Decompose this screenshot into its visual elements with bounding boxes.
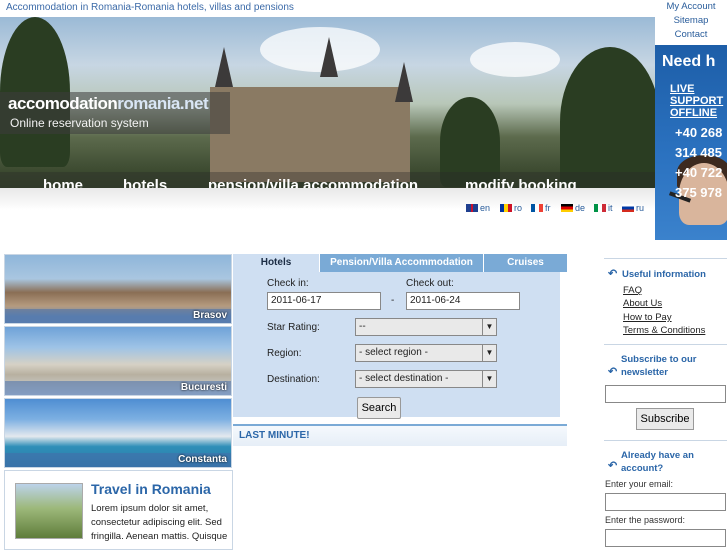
tab-pension-villa[interactable]: Pension/Villa Accommodation bbox=[320, 254, 483, 272]
phone-line: 314 485 bbox=[675, 145, 722, 160]
russia-flag-icon bbox=[622, 204, 634, 212]
destination-label: Destination: bbox=[267, 374, 320, 385]
uk-flag-icon bbox=[466, 204, 478, 212]
logo-subtitle: Online reservation system bbox=[10, 116, 149, 130]
lang-it[interactable]: it bbox=[594, 203, 613, 213]
checkout-input[interactable]: 2011-06-24 bbox=[406, 292, 520, 310]
italy-flag-icon bbox=[594, 204, 606, 212]
travel-thumbnail[interactable] bbox=[15, 483, 83, 539]
arrow-icon: ↶ bbox=[608, 268, 618, 280]
castle-tower bbox=[395, 62, 413, 102]
checkin-label: Check in: bbox=[267, 278, 309, 289]
lang-en[interactable]: en bbox=[466, 203, 490, 213]
date-separator: - bbox=[391, 295, 395, 306]
top-bar: Accommodation in Romania-Romania hotels,… bbox=[0, 0, 655, 17]
castle bbox=[210, 87, 410, 182]
login-box: ↶ Already have an account? Enter your em… bbox=[604, 440, 727, 547]
tab-hotels[interactable]: Hotels bbox=[233, 254, 319, 272]
site-logo[interactable]: accomodationromania.net Online reservati… bbox=[0, 92, 230, 134]
arrow-icon: ↶ bbox=[608, 366, 618, 378]
header-banner: accomodationromania.net Online reservati… bbox=[0, 17, 655, 210]
city-tile-bucuresti[interactable]: Bucuresti bbox=[4, 326, 232, 396]
dropdown-arrow-icon: ▼ bbox=[482, 371, 496, 387]
live-support-status[interactable]: LIVE SUPPORT OFFLINE bbox=[670, 83, 727, 119]
star-rating-select[interactable]: -- ▼ bbox=[355, 318, 497, 336]
tab-cruises[interactable]: Cruises bbox=[484, 254, 567, 272]
logo-name: accomodationromania.net bbox=[8, 94, 209, 113]
banner-bottom bbox=[0, 188, 655, 210]
search-form: Check in: Check out: 2011-06-17 - 2011-0… bbox=[233, 272, 560, 419]
region-label: Region: bbox=[267, 348, 302, 359]
live-support-box[interactable]: Need h LIVE SUPPORT OFFLINE +40 268 314 … bbox=[655, 45, 727, 240]
dropdown-arrow-icon: ▼ bbox=[482, 319, 496, 335]
cloud bbox=[470, 42, 560, 77]
newsletter-box: ↶ Subscribe to our newsletter Subscribe bbox=[604, 344, 727, 438]
login-title: Already have an account? bbox=[621, 450, 694, 474]
useful-info-box: ↶ Useful information FAQ About Us How to… bbox=[604, 258, 727, 348]
checkin-input[interactable]: 2011-06-17 bbox=[267, 292, 381, 310]
destination-select[interactable]: - select destination - ▼ bbox=[355, 370, 497, 388]
right-sidebar: ↶ Useful information FAQ About Us How to… bbox=[604, 254, 727, 547]
city-tile-brasov[interactable]: Brasov bbox=[4, 254, 232, 324]
email-label: Enter your email: bbox=[605, 479, 674, 489]
phone-line: +40 722 bbox=[675, 165, 723, 180]
search-tabs: Hotels Pension/Villa Accommodation Cruis… bbox=[233, 254, 567, 272]
site-tagline: Accommodation in Romania-Romania hotels,… bbox=[6, 2, 294, 13]
lang-fr[interactable]: fr bbox=[531, 203, 551, 213]
arrow-icon: ↶ bbox=[608, 460, 618, 472]
lang-ru[interactable]: ru bbox=[622, 203, 644, 213]
last-minute-heading: LAST MINUTE! bbox=[233, 424, 567, 446]
how-to-pay-link[interactable]: How to Pay bbox=[623, 312, 672, 323]
search-button[interactable]: Search bbox=[357, 397, 401, 419]
city-tile-constanta[interactable]: Constanta bbox=[4, 398, 232, 468]
castle-tower bbox=[320, 37, 338, 77]
city-label: Brasov bbox=[193, 310, 227, 321]
lang-de[interactable]: de bbox=[561, 203, 585, 213]
phone-line: +40 268 bbox=[675, 125, 723, 140]
password-label: Enter the password: bbox=[605, 515, 686, 525]
dropdown-arrow-icon: ▼ bbox=[482, 345, 496, 361]
need-help-heading: Need h bbox=[662, 53, 716, 70]
castle-tower bbox=[215, 47, 233, 87]
newsletter-email-input[interactable] bbox=[605, 385, 726, 403]
newsletter-title: Subscribe to our newsletter bbox=[621, 354, 697, 378]
contact-link[interactable]: Contact bbox=[655, 28, 727, 42]
region-select[interactable]: - select region - ▼ bbox=[355, 344, 497, 362]
useful-info-title: Useful information bbox=[622, 269, 706, 280]
star-rating-label: Star Rating: bbox=[267, 322, 320, 333]
phone-line: 375 978 bbox=[675, 185, 722, 200]
sitemap-link[interactable]: Sitemap bbox=[655, 14, 727, 28]
checkout-label: Check out: bbox=[406, 278, 454, 289]
faq-link[interactable]: FAQ bbox=[623, 285, 642, 296]
city-label: Bucuresti bbox=[180, 382, 227, 393]
travel-title[interactable]: Travel in Romania bbox=[91, 481, 211, 497]
top-links: My Account Sitemap Contact bbox=[655, 0, 727, 45]
travel-text: Lorem ipsum dolor sit amet, consectetur … bbox=[91, 503, 228, 542]
login-password-input[interactable] bbox=[605, 529, 726, 547]
about-us-link[interactable]: About Us bbox=[623, 298, 662, 309]
travel-article: Travel in Romania Lorem ipsum dolor sit … bbox=[4, 470, 233, 550]
france-flag-icon bbox=[531, 204, 543, 212]
romania-flag-icon bbox=[500, 204, 512, 212]
terms-link[interactable]: Terms & Conditions bbox=[623, 325, 705, 336]
germany-flag-icon bbox=[561, 204, 573, 212]
city-label: Constanta bbox=[178, 454, 227, 465]
lang-ro[interactable]: ro bbox=[500, 203, 522, 213]
subscribe-button[interactable]: Subscribe bbox=[636, 408, 694, 430]
my-account-link[interactable]: My Account bbox=[655, 0, 727, 14]
login-email-input[interactable] bbox=[605, 493, 726, 511]
